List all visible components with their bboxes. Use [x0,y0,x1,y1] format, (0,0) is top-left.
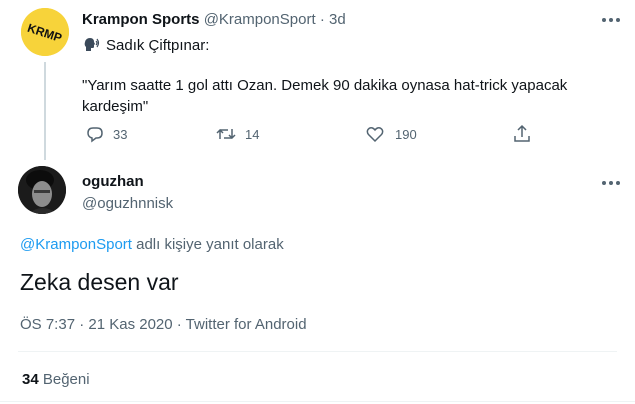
quoted-text: "Yarım saatte 1 gol attı Ozan. Demek 90 … [82,75,622,117]
reply-count: 33 [113,126,128,142]
likes-count: 34 [22,371,39,388]
time[interactable]: 3d [329,11,346,28]
krampon-avatar[interactable]: KRMP [21,8,69,56]
divider [0,401,635,402]
quoted-text-line2: kardeşim" [82,98,149,115]
quoted-header: Krampon Sports @KramponSport · 3d [82,11,346,28]
more-dots-icon[interactable] [600,14,622,26]
thread-line [44,62,46,160]
separator: · [319,11,325,28]
reply-text: Zeka desen var [20,269,179,295]
reply-icon [86,125,104,143]
heart-icon [366,125,384,143]
display-name[interactable]: Krampon Sports [82,11,200,28]
more-dots-icon[interactable] [600,177,622,189]
speaking-head-icon [82,36,100,54]
retweet-count: 14 [245,126,260,142]
retweet-action[interactable]: 14 [216,125,259,143]
likes-label: Beğeni [42,371,90,388]
like-action[interactable]: 190 [366,125,417,143]
share-icon[interactable] [513,124,531,144]
speaker-name: Sadık Çiftpınar: [106,36,210,54]
replying-to: @KramponSport adlı kişiye yanıt olarak [20,236,284,253]
reply-action[interactable]: 33 [86,125,127,143]
oguzhan-avatar[interactable] [18,166,66,214]
handle[interactable]: @KramponSport [204,11,316,28]
likes-summary[interactable]: 34 Beğeni [22,371,90,388]
retweet-icon [216,125,236,143]
reply-timestamp[interactable]: ÖS 7:37 · 21 Kas 2020 · Twitter for Andr… [20,316,307,333]
reply-handle[interactable]: @oguzhnnisk [82,195,173,212]
replying-to-handle[interactable]: @KramponSport [20,236,132,253]
replying-to-suffix: adlı kişiye yanıt olarak [136,236,284,253]
quoted-text-line1: "Yarım saatte 1 gol attı Ozan. Demek 90 … [82,77,568,94]
speaker-line: Sadık Çiftpınar: [82,36,209,54]
like-count: 190 [395,126,417,142]
divider [18,351,617,352]
reply-display-name[interactable]: oguzhan [82,173,144,190]
